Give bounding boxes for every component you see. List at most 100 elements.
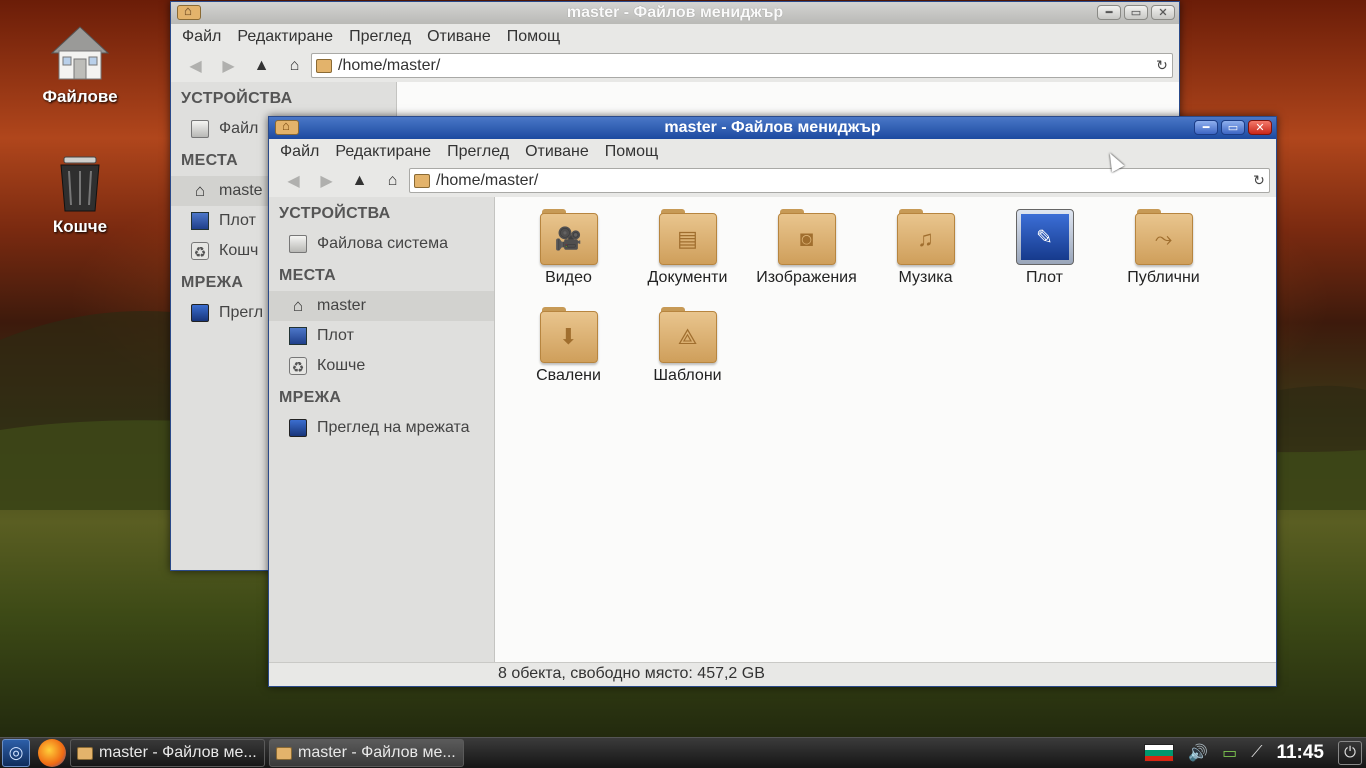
- drive-icon: [191, 120, 209, 138]
- taskbar-task-active[interactable]: master - Файлов ме...: [269, 739, 464, 767]
- up-arrow-icon[interactable]: ▲: [343, 172, 376, 190]
- reload-icon[interactable]: ↻: [1249, 172, 1269, 189]
- desktop-icon-label: Кошче: [52, 217, 108, 236]
- sidebar-heading-devices: УСТРОЙСТВА: [181, 90, 293, 107]
- file-label: Шаблони: [653, 367, 722, 384]
- documents-folder-icon: ▤: [658, 209, 717, 265]
- file-item[interactable]: ♫ Музика: [866, 209, 985, 307]
- desktop-icon: [289, 327, 307, 345]
- menu-file[interactable]: Файл: [272, 143, 327, 161]
- desktop-icon-files[interactable]: Файлове: [20, 25, 140, 107]
- file-manager-icon: [77, 746, 93, 760]
- desktop-icon: ✎: [1015, 209, 1074, 265]
- maximize-button[interactable]: ▭: [1124, 5, 1148, 20]
- location-path: /home/master/: [436, 171, 539, 189]
- volume-icon[interactable]: 🔊: [1188, 743, 1208, 763]
- power-icon[interactable]: ⏻: [1338, 741, 1362, 765]
- close-button[interactable]: ✕: [1248, 120, 1272, 135]
- task-label: master - Файлов ме...: [298, 744, 456, 761]
- location-bar[interactable]: /home/master/ ↻: [409, 168, 1270, 193]
- file-item[interactable]: ✎ Плот: [985, 209, 1104, 307]
- file-item[interactable]: ⟁ Шаблони: [628, 307, 747, 405]
- file-label: Музика: [898, 269, 953, 286]
- content-area[interactable]: 🎥 Видео ▤ Документи ◙ Изображения ♫ Музи…: [495, 197, 1276, 686]
- desktop-icon-label: Файлове: [42, 87, 118, 106]
- sidebar-item-desktop[interactable]: Плот: [269, 321, 494, 351]
- desktop-icon-trash[interactable]: Кошче: [20, 155, 140, 237]
- menu-edit[interactable]: Редактиране: [229, 28, 341, 46]
- up-arrow-icon[interactable]: ▲: [245, 57, 278, 75]
- menu-help[interactable]: Помощ: [597, 143, 666, 161]
- clock[interactable]: 11:45: [1276, 742, 1324, 764]
- back-arrow-icon[interactable]: ◀: [277, 171, 310, 191]
- file-grid: 🎥 Видео ▤ Документи ◙ Изображения ♫ Музи…: [495, 197, 1235, 405]
- task-label: master - Файлов ме...: [99, 744, 257, 761]
- pictures-folder-icon: ◙: [777, 209, 836, 265]
- taskbar: ◎ master - Файлов ме... master - Файлов …: [0, 737, 1366, 768]
- menubar: Файл Редактиране Преглед Отиване Помощ: [171, 24, 1179, 49]
- titlebar[interactable]: master - Файлов мениджър ━ ▭ ✕: [171, 2, 1179, 24]
- sidebar: УСТРОЙСТВА Файлова система МЕСТА ⌂ master…: [269, 197, 495, 686]
- keyboard-layout-flag-icon[interactable]: [1144, 744, 1175, 762]
- file-item[interactable]: ⬇ Свалени: [509, 307, 628, 405]
- reload-icon[interactable]: ↻: [1152, 57, 1172, 74]
- taskbar-task[interactable]: master - Файлов ме...: [70, 739, 265, 767]
- menu-file[interactable]: Файл: [174, 28, 229, 46]
- toolbar: ◀ ▶ ▲ ⌂ /home/master/ ↻: [269, 164, 1276, 197]
- maximize-button[interactable]: ▭: [1221, 120, 1245, 135]
- file-item[interactable]: ◙ Изображения: [747, 209, 866, 307]
- sidebar-item-label: maste: [219, 182, 263, 199]
- menu-edit[interactable]: Редактиране: [327, 143, 439, 161]
- window-title: master - Файлов мениджър: [566, 4, 784, 21]
- sidebar-item-home[interactable]: ⌂ master: [269, 291, 494, 321]
- start-menu-icon[interactable]: ◎: [2, 739, 30, 767]
- minimize-button[interactable]: ━: [1194, 120, 1218, 135]
- menu-view[interactable]: Преглед: [439, 143, 517, 161]
- location-bar[interactable]: /home/master/ ↻: [311, 53, 1173, 78]
- firefox-icon[interactable]: [38, 739, 66, 767]
- sidebar-item-filesystem[interactable]: Файлова система: [269, 229, 494, 259]
- minimize-button[interactable]: ━: [1097, 5, 1121, 20]
- window-body: УСТРОЙСТВА Файлова система МЕСТА ⌂ master…: [269, 197, 1276, 686]
- sidebar-item-network[interactable]: Преглед на мрежата: [269, 413, 494, 443]
- sidebar-item-label: Файл: [219, 120, 259, 137]
- forward-arrow-icon[interactable]: ▶: [310, 171, 343, 191]
- window-title: master - Файлов мениджър: [664, 119, 881, 136]
- file-manager-icon: [276, 746, 292, 760]
- trash-icon: ♻: [289, 357, 307, 375]
- home-icon[interactable]: ⌂: [376, 172, 409, 190]
- file-item[interactable]: ▤ Документи: [628, 209, 747, 307]
- downloads-folder-icon: ⬇: [539, 307, 598, 363]
- file-item[interactable]: 🎥 Видео: [509, 209, 628, 307]
- desktop-icon: [191, 212, 209, 230]
- file-label: Видео: [545, 269, 592, 286]
- trash-icon: [60, 156, 100, 212]
- music-folder-icon: ♫: [896, 209, 955, 265]
- file-label: Изображения: [756, 269, 857, 286]
- home-icon[interactable]: ⌂: [278, 57, 311, 75]
- file-label: Документи: [647, 269, 728, 286]
- home-icon: ⌂: [292, 296, 304, 315]
- network-tool-icon[interactable]: ⟋: [1251, 744, 1262, 762]
- drive-icon: [289, 235, 307, 253]
- menu-help[interactable]: Помощ: [499, 28, 568, 46]
- forward-arrow-icon[interactable]: ▶: [212, 56, 245, 76]
- back-arrow-icon[interactable]: ◀: [179, 56, 212, 76]
- file-label: Плот: [1026, 269, 1063, 286]
- titlebar[interactable]: master - Файлов мениджър ━ ▭ ✕: [269, 117, 1276, 139]
- sidebar-item-trash[interactable]: ♻ Кошче: [269, 351, 494, 381]
- sidebar-item-label: Преглед на мрежата: [317, 419, 470, 436]
- sidebar-item-label: Прегл: [219, 304, 264, 321]
- file-manager-window-front[interactable]: master - Файлов мениджър ━ ▭ ✕ Файл Реда…: [268, 116, 1277, 687]
- menu-go[interactable]: Отиване: [517, 143, 597, 161]
- file-item[interactable]: ⤳ Публични: [1104, 209, 1223, 307]
- toolbar: ◀ ▶ ▲ ⌂ /home/master/ ↻: [171, 49, 1179, 82]
- close-button[interactable]: ✕: [1151, 5, 1175, 20]
- battery-icon[interactable]: ▭: [1222, 743, 1237, 763]
- menu-go[interactable]: Отиване: [419, 28, 499, 46]
- menu-view[interactable]: Преглед: [341, 28, 419, 46]
- sidebar-heading-devices: УСТРОЙСТВА: [279, 205, 391, 222]
- network-icon: [191, 304, 209, 322]
- templates-folder-icon: ⟁: [658, 307, 717, 363]
- sidebar-item-label: Плот: [219, 212, 256, 229]
